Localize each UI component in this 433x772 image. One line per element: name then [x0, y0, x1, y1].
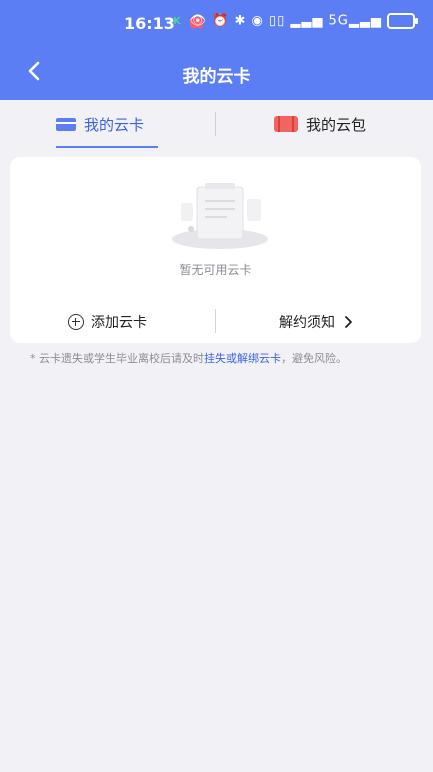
action-divider	[215, 309, 216, 333]
empty-document-illustration	[172, 183, 268, 249]
header-bar: 16:13 K 👁 ⏰ ✱ ◉ ▯▯ ▂▃▅ 5G▂▃▅ 我的云卡	[0, 0, 433, 100]
loss-report-note: * 云卡遗失或学生毕业离校后请及时挂失或解绑云卡，避免风险。	[30, 350, 347, 366]
status-icons-text: 👁 ⏰ ✱ ◉ ▯▯ ▂▃▅ 5G▂▃▅	[189, 13, 382, 29]
add-cloud-card-button[interactable]: 添加云卡	[68, 309, 147, 335]
battery-icon	[387, 13, 418, 29]
cloud-card-panel: 暂无可用云卡 添加云卡 解约须知	[10, 157, 421, 343]
navigation-bar: 我的云卡	[0, 52, 433, 92]
status-indicators: 👁 ⏰ ✱ ◉ ▯▯ ▂▃▅ 5G▂▃▅	[189, 13, 418, 29]
active-tab-indicator	[56, 146, 158, 148]
plus-circle-icon	[68, 314, 84, 330]
report-loss-unbind-link[interactable]: 挂失或解绑云卡	[204, 352, 281, 365]
note-prefix: * 云卡遗失或学生毕业离校后请及时	[30, 352, 204, 365]
chevron-right-icon	[345, 316, 352, 328]
status-time: 16:13	[124, 14, 175, 33]
tab-my-cloud-card[interactable]: 我的云卡	[56, 100, 144, 148]
notification-k-icon: K	[173, 16, 181, 27]
status-bar: 16:13 K 👁 ⏰ ✱ ◉ ▯▯ ▂▃▅ 5G▂▃▅	[0, 10, 433, 38]
termination-notice-link[interactable]: 解约须知	[279, 309, 353, 335]
wallet-icon	[274, 116, 298, 132]
tab-label: 我的云包	[306, 115, 367, 134]
note-suffix: ，避免风险。	[281, 352, 347, 365]
notice-label: 解约须知	[279, 315, 335, 331]
page-title: 我的云卡	[182, 67, 251, 87]
card-icon	[56, 117, 76, 131]
tab-my-cloud-wallet[interactable]: 我的云包	[274, 100, 366, 148]
add-card-label: 添加云卡	[91, 315, 147, 331]
tab-bar: 我的云卡 我的云包	[0, 100, 433, 152]
tab-label: 我的云卡	[84, 115, 145, 134]
empty-state-text: 暂无可用云卡	[179, 263, 252, 277]
tab-divider	[215, 112, 216, 136]
